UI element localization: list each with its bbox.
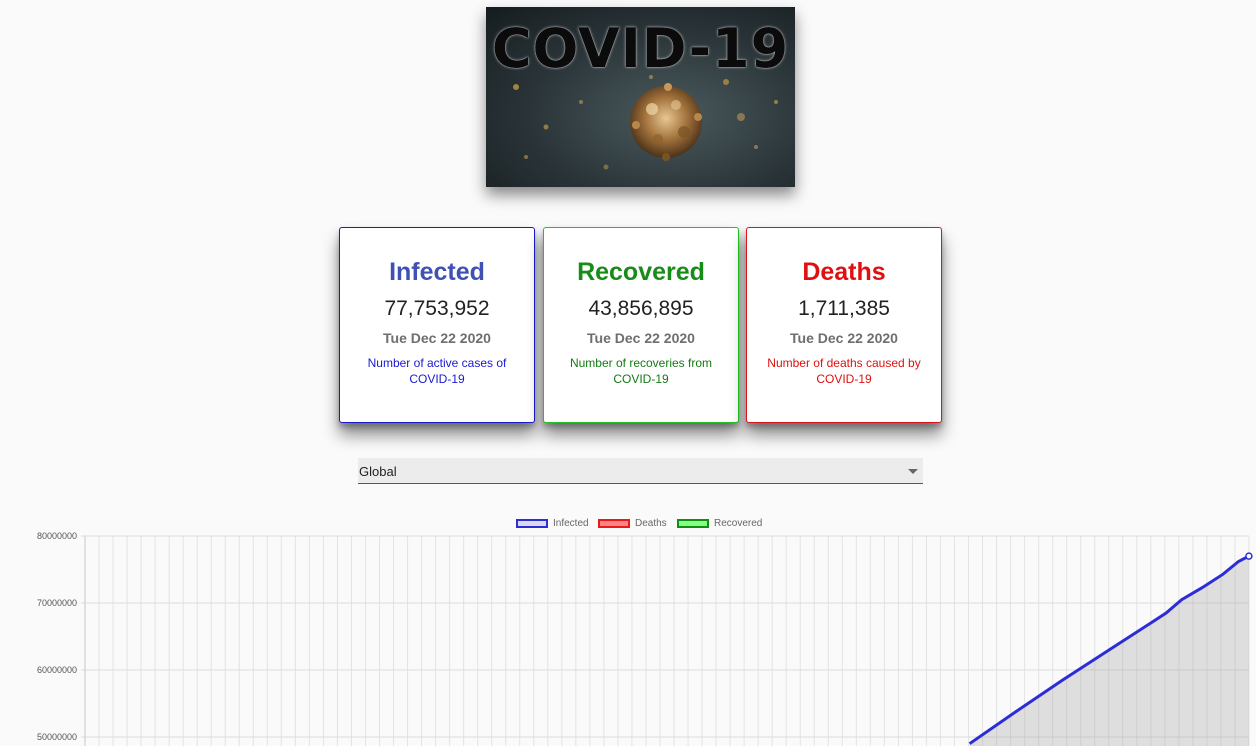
y-tick-label: 60000000	[37, 665, 77, 675]
y-tick-label: 70000000	[37, 598, 77, 608]
deaths-count: 1,711,385	[798, 297, 890, 320]
infected-title: Infected	[389, 258, 485, 286]
country-select-value: Global	[359, 464, 397, 479]
dropdown-arrow-icon[interactable]	[908, 469, 918, 474]
banner-title: COVID-19	[491, 17, 790, 80]
infected-date: Tue Dec 22 2020	[383, 330, 491, 346]
cases-chart: Infected Deaths Recovered 80000000 700000…	[0, 505, 1256, 746]
deaths-description: Number of deaths caused by COVID-19	[767, 356, 921, 386]
recovered-card: Recovered 43,856,895 Tue Dec 22 2020 Num…	[543, 227, 739, 423]
country-select[interactable]: Global	[358, 458, 923, 484]
chart-plot-area: 80000000 70000000 60000000 50000000	[37, 531, 1253, 746]
recovered-date: Tue Dec 22 2020	[587, 330, 695, 346]
y-tick-label: 50000000	[37, 732, 77, 742]
stat-cards: Infected 77,753,952 Tue Dec 22 2020 Numb…	[339, 227, 943, 424]
deaths-title: Deaths	[802, 258, 886, 286]
recovered-description: Number of recoveries from COVID-19	[569, 356, 713, 386]
covid-banner-image: COVID-19	[486, 7, 795, 187]
deaths-date: Tue Dec 22 2020	[790, 330, 898, 346]
deaths-card: Deaths 1,711,385 Tue Dec 22 2020 Number …	[746, 227, 942, 423]
infected-count: 77,753,952	[384, 297, 490, 320]
infected-description: Number of active cases of COVID-19	[367, 356, 507, 386]
recovered-title: Recovered	[577, 258, 705, 286]
infected-card: Infected 77,753,952 Tue Dec 22 2020 Numb…	[339, 227, 535, 423]
y-tick-label: 80000000	[37, 531, 77, 541]
infected-point[interactable]	[1245, 552, 1253, 560]
recovered-count: 43,856,895	[588, 297, 694, 320]
